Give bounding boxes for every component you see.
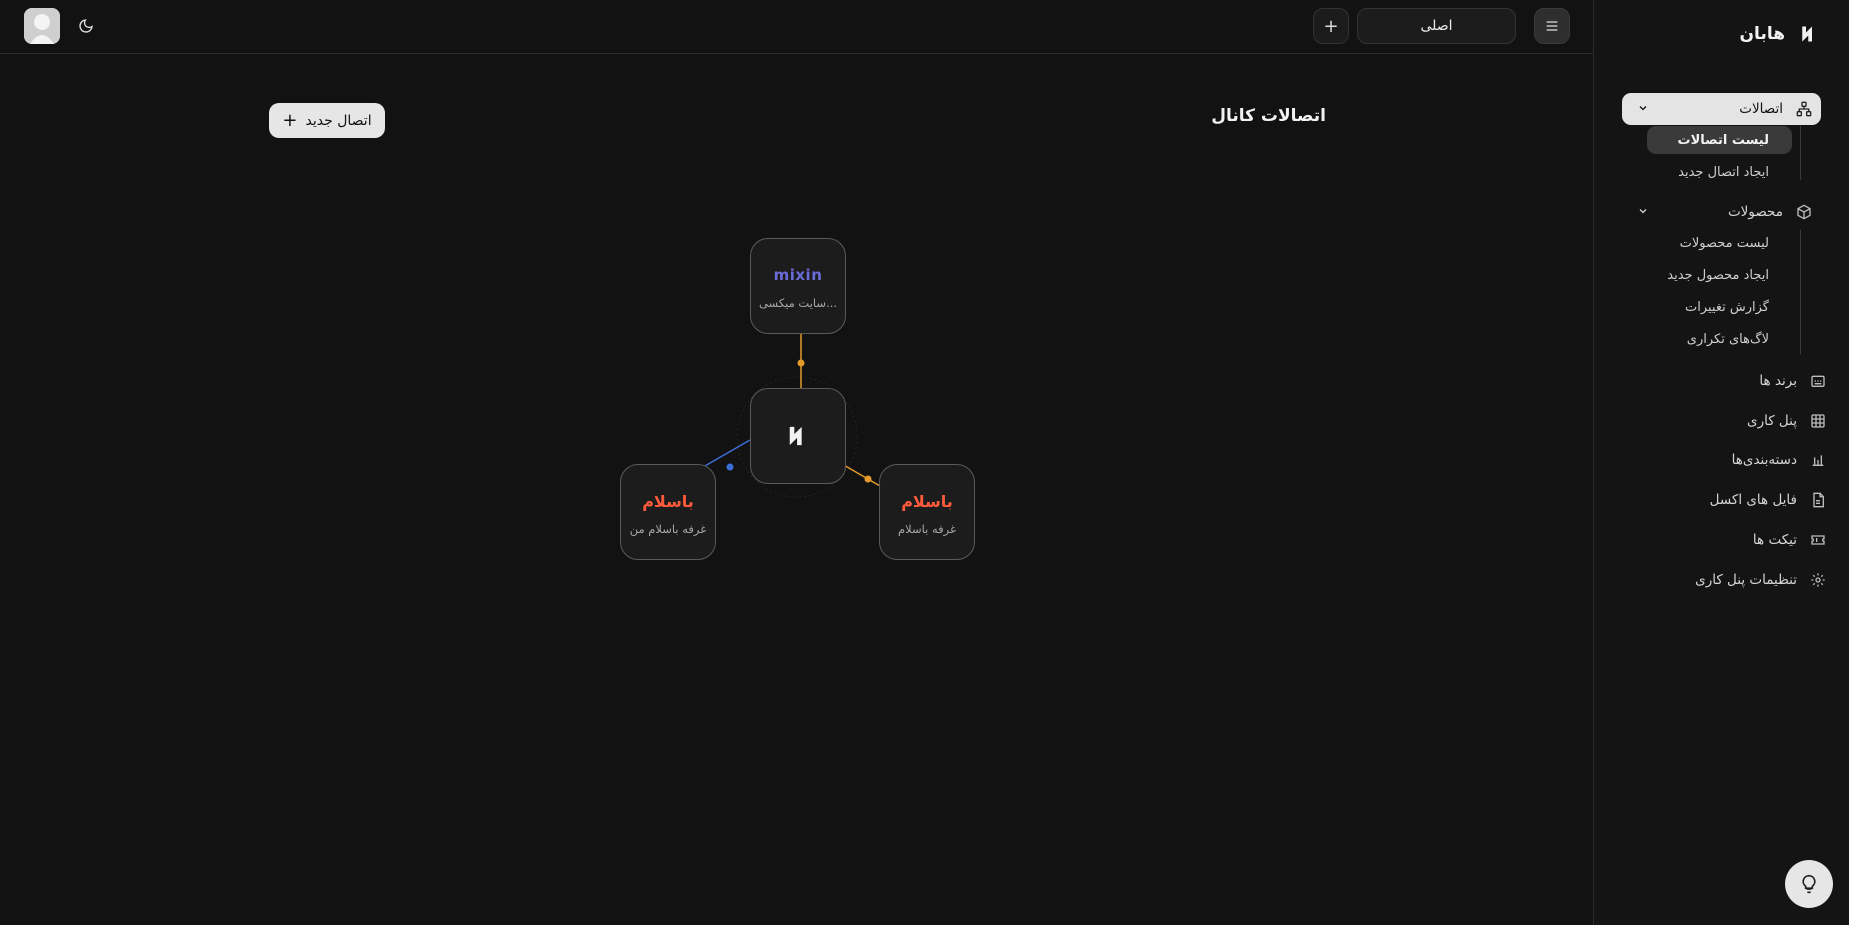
- sidebar-item-excel-files[interactable]: فایل های اکسل: [1710, 484, 1827, 516]
- moon-icon[interactable]: [76, 16, 96, 36]
- brands-icon: [1809, 372, 1827, 390]
- sidebar-item-settings[interactable]: تنظیمات پنل کاری: [1695, 564, 1827, 596]
- sidebar-item-brands[interactable]: برند ها: [1759, 365, 1827, 397]
- node-label: غرفه باسلام من: [629, 522, 707, 536]
- sidebar-subitem-new-connection[interactable]: ایجاد اتصال جدید: [1678, 158, 1769, 186]
- brand[interactable]: هابان: [1740, 24, 1819, 44]
- node-label: غرفه باسلام: [898, 522, 956, 536]
- node-basalam-mine[interactable]: باسلام غرفه باسلام من: [620, 464, 716, 560]
- connection-graph: mixin سایت میکسی... باسلام غرفه باسلام م…: [610, 230, 1000, 570]
- top-bar: + اصلی: [0, 0, 1593, 54]
- sidebar-subitem-change-report[interactable]: گزارش تغییرات: [1685, 293, 1769, 321]
- chevron-down-icon[interactable]: [1636, 101, 1650, 115]
- workspace-label: اصلی: [1420, 18, 1453, 34]
- sidebar-item-label: تنظیمات پنل کاری: [1695, 572, 1797, 588]
- page-title: اتصالات کانال: [1211, 106, 1326, 126]
- sidebar-item-label: محصولات: [1727, 204, 1783, 220]
- workspace-selector[interactable]: اصلی: [1357, 8, 1516, 44]
- haban-logo-icon: [1799, 24, 1819, 44]
- sidebar-item-label: برند ها: [1759, 373, 1797, 389]
- avatar[interactable]: [24, 8, 60, 44]
- plus-icon: +: [1323, 15, 1339, 37]
- sidebar-subitem-duplicate-logs[interactable]: لاگ‌های تکراری: [1687, 325, 1769, 353]
- sidebar-subitem-connection-list[interactable]: لیست اتصالات: [1647, 126, 1792, 154]
- node-label: سایت میکسی...: [758, 296, 838, 310]
- submenu-line: [1800, 230, 1801, 354]
- sidebar-item-categories[interactable]: دسته‌بندی‌ها: [1732, 444, 1827, 476]
- sidebar-item-label: تیکت ها: [1752, 532, 1797, 548]
- node-mixin[interactable]: mixin سایت میکسی...: [750, 238, 846, 334]
- grid-icon: [1809, 412, 1827, 430]
- lightbulb-icon: [1802, 874, 1816, 894]
- new-connection-button[interactable]: اتصال جدید +: [269, 103, 385, 138]
- submenu-line: [1800, 126, 1801, 180]
- plus-icon: +: [282, 110, 298, 131]
- sidebar-item-tickets[interactable]: تیکت ها: [1753, 524, 1827, 556]
- connections-icon: [1795, 100, 1813, 118]
- box-icon: [1795, 203, 1813, 221]
- sidebar-item-label: دسته‌بندی‌ها: [1731, 452, 1797, 468]
- sidebar: هابان اتصالات لیست اتصالات ایجاد اتصال ج…: [1593, 0, 1849, 925]
- new-connection-label: اتصال جدید: [305, 112, 372, 129]
- chevron-down-icon[interactable]: [1636, 204, 1650, 218]
- menu-icon: [1546, 21, 1558, 31]
- sidebar-subitem-new-product[interactable]: ایجاد محصول جدید: [1667, 261, 1769, 289]
- basalam-logo: باسلام: [901, 491, 953, 511]
- sidebar-item-workspace[interactable]: پنل کاری: [1747, 405, 1827, 437]
- node-hub[interactable]: [750, 388, 846, 484]
- mixin-logo: mixin: [773, 266, 823, 284]
- hamburger-menu-button[interactable]: [1534, 8, 1570, 44]
- hub-logo-icon: [789, 426, 802, 446]
- sidebar-subitem-product-list[interactable]: لیست محصولات: [1680, 229, 1769, 257]
- sidebar-item-label: اتصالات: [1739, 101, 1783, 117]
- sidebar-item-connections[interactable]: اتصالات: [1622, 93, 1821, 125]
- file-icon: [1809, 491, 1827, 509]
- basalam-logo: باسلام: [642, 491, 694, 511]
- node-basalam[interactable]: باسلام غرفه باسلام: [879, 464, 975, 560]
- app-name: هابان: [1739, 24, 1785, 44]
- ticket-icon: [1809, 531, 1827, 549]
- sidebar-item-products[interactable]: محصولات: [1622, 196, 1821, 228]
- sidebar-item-label: فایل های اکسل: [1709, 492, 1797, 508]
- sidebar-item-label: پنل کاری: [1747, 413, 1797, 429]
- add-button[interactable]: +: [1313, 8, 1349, 44]
- chart-icon: [1809, 451, 1827, 469]
- help-button[interactable]: [1785, 860, 1833, 908]
- gear-icon: [1809, 571, 1827, 589]
